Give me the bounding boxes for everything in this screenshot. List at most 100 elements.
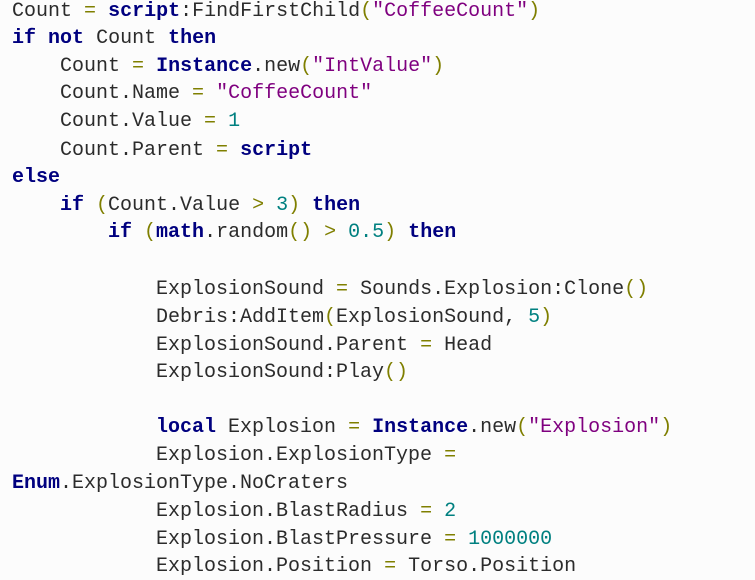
keyword-token: local [156, 416, 217, 439]
code-line[interactable]: if (math.random() > 0.5) then [108, 219, 456, 246]
identifier-token: :FindFirstChild [180, 0, 361, 23]
identifier-token: ExplosionSound [156, 278, 325, 301]
string-token: "CoffeeCount" [372, 0, 529, 23]
punctuation-token: ( [324, 306, 337, 329]
keyword-token: else [12, 166, 61, 189]
code-line[interactable]: Explosion.BlastRadius = 2 [156, 498, 456, 525]
keyword-token: if [60, 194, 85, 217]
keyword-token: then [408, 221, 457, 244]
keyword-token: Enum [12, 472, 61, 495]
punctuation-token: ( [516, 416, 529, 439]
identifier-token: Count.Name [60, 82, 181, 105]
punctuation-token: ( [300, 55, 313, 78]
identifier-token: .new [468, 416, 517, 439]
identifier-token: .random [204, 221, 289, 244]
identifier-token: ExplosionSound:Play [156, 361, 385, 384]
punctuation-token: ) [540, 306, 553, 329]
number-token: 2 [444, 500, 457, 523]
identifier-token: Explosion.ExplosionType [156, 444, 433, 467]
operator-token: = [420, 500, 433, 523]
operator-token: = [348, 416, 361, 439]
identifier-token: Torso.Position [408, 555, 577, 578]
code-line[interactable]: Count.Parent = script [60, 137, 312, 164]
identifier-token: Sounds.Explosion:Clone [360, 278, 625, 301]
keyword-token: script [240, 139, 313, 162]
identifier-token: Head [444, 334, 493, 357]
identifier-token: Count.Value [108, 194, 241, 217]
code-line[interactable]: if not Count then [12, 25, 216, 52]
keyword-token: math [156, 221, 205, 244]
code-line[interactable]: Count = script:FindFirstChild("CoffeeCou… [12, 0, 540, 25]
code-line[interactable]: Count.Name = "CoffeeCount" [60, 80, 372, 107]
identifier-token: Debris:AddItem [156, 306, 325, 329]
code-line[interactable]: Enum.ExplosionType.NoCraters [12, 470, 348, 497]
keyword-token: if [12, 27, 37, 50]
code-line[interactable]: ExplosionSound:Play() [156, 359, 408, 386]
identifier-token: Explosion.Position [156, 555, 373, 578]
punctuation-token: ) [528, 0, 541, 23]
number-token: 3 [276, 194, 289, 217]
code-line[interactable]: ExplosionSound = Sounds.Explosion:Clone(… [156, 276, 648, 303]
code-line[interactable]: ExplosionSound.Parent = Head [156, 332, 492, 359]
identifier-token: Count [96, 27, 157, 50]
code-line[interactable]: if (Count.Value > 3) then [60, 192, 360, 219]
operator-token: = [336, 278, 349, 301]
keyword-token: Instance [156, 55, 253, 78]
identifier-token: Explosion.BlastPressure [156, 528, 433, 551]
operator-token: = [216, 139, 229, 162]
identifier-token: Count.Value [60, 110, 193, 133]
code-line[interactable]: Count = Instance.new("IntValue") [60, 53, 444, 80]
keyword-token: if [108, 221, 133, 244]
number-token: 1000000 [468, 528, 553, 551]
identifier-token: .new [252, 55, 301, 78]
code-line[interactable]: Explosion.ExplosionType = [156, 442, 456, 469]
code-line[interactable]: Explosion.BlastPressure = 1000000 [156, 526, 552, 553]
punctuation-token: () [624, 278, 649, 301]
identifier-token: .ExplosionType.NoCraters [60, 472, 349, 495]
code-line[interactable]: local Explosion = Instance.new("Explosio… [156, 414, 672, 441]
identifier-token: ExplosionSound.Parent [156, 334, 409, 357]
number-token: 1 [228, 110, 241, 133]
string-token: "IntValue" [312, 55, 433, 78]
code-editor[interactable]: Count = script:FindFirstChild("CoffeeCou… [0, 0, 755, 578]
code-line[interactable]: else [12, 164, 60, 191]
operator-token: = [384, 555, 397, 578]
identifier-token: Count [12, 0, 73, 23]
punctuation-token: ( [360, 0, 373, 23]
punctuation-token: ) [384, 221, 397, 244]
operator-token: = [420, 334, 433, 357]
code-line[interactable]: Count.Value = 1 [60, 108, 240, 135]
operator-token: = [444, 444, 457, 467]
operator-token: = [204, 110, 217, 133]
operator-token: > [324, 221, 337, 244]
punctuation-token: ( [96, 194, 109, 217]
code-line[interactable]: Debris:AddItem(ExplosionSound, 5) [156, 304, 552, 331]
